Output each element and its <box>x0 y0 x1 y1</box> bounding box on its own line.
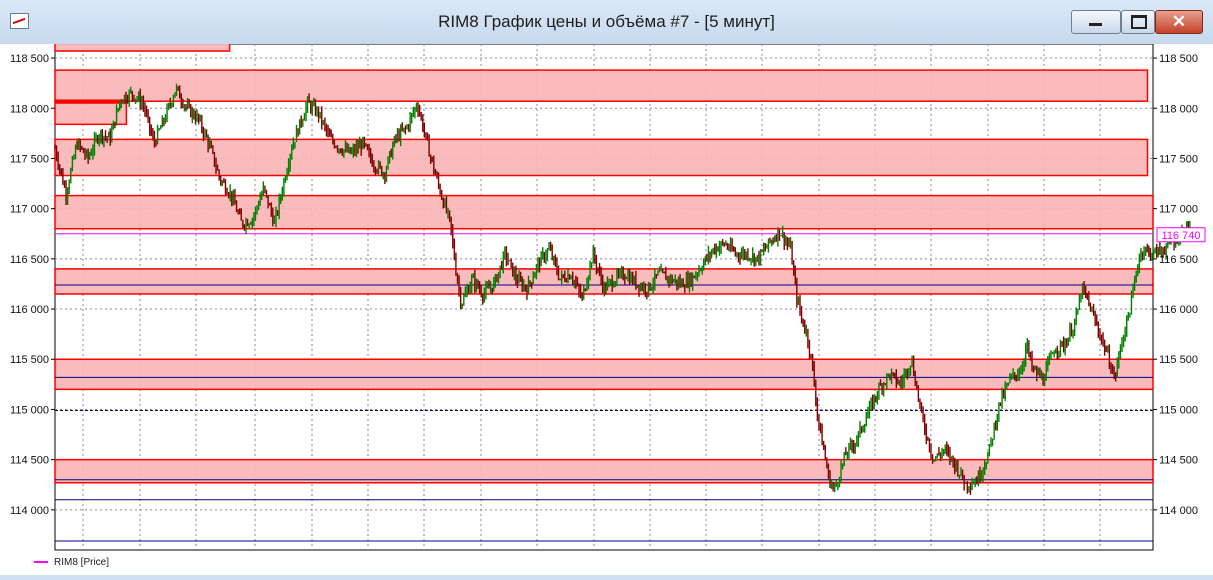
last-price-label: 116 740 <box>1162 230 1201 242</box>
price-chart[interactable]: 118 500 118 500 118 000 118 000 117 500 117 5… <box>0 40 1213 575</box>
legend-label: RIM8 [Price] <box>54 557 110 568</box>
y-tick-label-left: 115 000 <box>10 404 49 416</box>
y-tick-label-right: 116 500 <box>1159 254 1198 266</box>
y-tick-label-left: 114 000 <box>10 505 49 517</box>
maximize-button[interactable] <box>1121 10 1155 34</box>
close-button[interactable]: ✕ <box>1155 10 1203 34</box>
y-tick-label-left: 118 500 <box>10 53 49 65</box>
y-tick-label-left: 114 500 <box>10 455 49 467</box>
price-chart-panel[interactable]: 118 500 118 500 118 000 118 000 117 500 117 5… <box>0 40 1213 575</box>
support-resistance-zone <box>54 99 128 126</box>
support-resistance-zone <box>54 69 1149 102</box>
y-tick-label-right: 117 000 <box>1159 204 1198 216</box>
y-tick-label-left: 116 500 <box>10 254 49 266</box>
y-tick-label-right: 117 500 <box>1159 153 1198 165</box>
y-tick-label-right: 116 000 <box>1159 304 1198 316</box>
y-tick-label-right: 118 000 <box>1159 103 1198 115</box>
y-tick-label-left: 117 000 <box>10 204 49 216</box>
window-title: RIM8 График цены и объёма #7 - [5 минут] <box>438 12 775 31</box>
support-resistance-zone <box>54 40 231 52</box>
y-tick-label-left: 116 000 <box>10 304 49 316</box>
y-tick-label-right: 118 500 <box>1159 53 1198 65</box>
y-tick-label-left: 118 000 <box>10 103 49 115</box>
minimize-icon <box>1089 23 1102 26</box>
y-tick-label-left: 115 500 <box>10 354 49 366</box>
support-resistance-zone <box>54 358 1154 391</box>
y-tick-label-right: 115 000 <box>1159 404 1198 416</box>
y-tick-label-right: 115 500 <box>1159 354 1198 366</box>
close-icon: ✕ <box>1171 12 1187 31</box>
y-tick-label-left: 117 500 <box>10 153 49 165</box>
legend-swatch <box>34 561 48 564</box>
minimize-button[interactable] <box>1071 10 1121 34</box>
y-tick-label-right: 114 000 <box>1159 505 1198 517</box>
chart-legend: RIM8 [Price] <box>34 557 109 568</box>
y-tick-label-right: 114 500 <box>1159 455 1198 467</box>
support-resistance-zone <box>54 194 1154 230</box>
title-bar: RIM8 График цены и объёма #7 - [5 минут]… <box>0 0 1213 44</box>
maximize-icon <box>1131 15 1147 29</box>
